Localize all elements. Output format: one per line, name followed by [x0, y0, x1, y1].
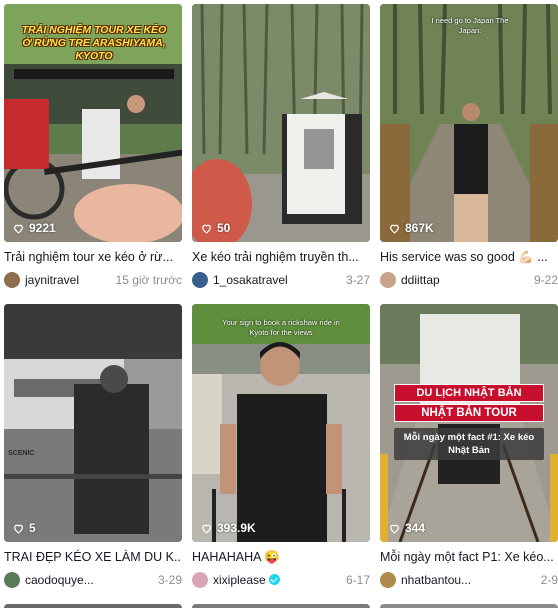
- thumbnail-sign: SCENIC: [8, 450, 35, 457]
- thumbnail-banner: DU LỊCH NHẬT BẢN NHẬT BẢN TOUR Mỗi ngày …: [394, 384, 544, 460]
- view-count-value: 9221: [29, 221, 56, 235]
- video-grid: TRẢI NGHIỆM TOUR XE KÉO Ở RỪNG TRE ARASH…: [4, 4, 558, 604]
- author-name[interactable]: jaynitravel: [25, 273, 110, 287]
- post-date: 3-29: [157, 573, 182, 587]
- video-card[interactable]: I need go to Japan The Japan: 867K His s…: [380, 4, 558, 304]
- video-card[interactable]: 50 Xe kéo trải nghiệm truyền th... 1_osa…: [192, 4, 370, 304]
- verified-badge-icon: [268, 574, 280, 585]
- post-date: 2-9: [540, 573, 558, 587]
- banner-line-3: Mỗi ngày một fact #1: Xe kéo Nhật Bản: [394, 428, 544, 460]
- thumbnail-caption: I need go to Japan The Japan:: [431, 16, 509, 35]
- video-thumbnail-partial: [192, 604, 370, 608]
- video-meta: jaynitravel 15 giờ trước: [4, 271, 182, 289]
- author-name-text: xixiplease: [213, 573, 266, 587]
- video-thumbnail-partial: [380, 604, 558, 608]
- thumbnail-caption: TRẢI NGHIỆM TOUR XE KÉO Ở RỪNG TRE ARASH…: [21, 24, 167, 62]
- video-title[interactable]: Mỗi ngày một fact P1: Xe kéo...: [380, 549, 558, 565]
- view-count: 867K: [388, 221, 434, 235]
- video-title[interactable]: TRAI ĐẸP KÉO XE LÀM DU K...: [4, 549, 182, 565]
- view-count: 9221: [12, 221, 56, 235]
- avatar[interactable]: [4, 572, 20, 588]
- view-count: 344: [388, 521, 425, 535]
- view-count-value: 5: [29, 521, 36, 535]
- heart-outline-icon: [202, 224, 211, 234]
- video-card[interactable]: TRẢI NGHIỆM TOUR XE KÉO Ở RỪNG TRE ARASH…: [4, 4, 182, 304]
- heart-outline-icon: [14, 524, 23, 534]
- video-thumbnail[interactable]: Your sign to book a rickshaw ride in Kyo…: [192, 304, 370, 542]
- video-card[interactable]: DU LỊCH NHẬT BẢN NHẬT BẢN TOUR Mỗi ngày …: [380, 304, 558, 604]
- view-count-value: 393.9K: [217, 521, 256, 535]
- video-thumbnail[interactable]: TRẢI NGHIỆM TOUR XE KÉO Ở RỪNG TRE ARASH…: [4, 4, 182, 242]
- video-meta: 1_osakatravel 3-27: [192, 271, 370, 289]
- view-count: 393.9K: [200, 521, 256, 535]
- post-date: 9-22: [533, 273, 558, 287]
- thumbnail-image: [380, 4, 558, 242]
- view-count-value: 867K: [405, 221, 434, 235]
- video-card[interactable]: SCENIC 5 TRAI ĐẸP KÉO XE LÀM DU K... cao…: [4, 304, 182, 604]
- thumbnail-image: [192, 304, 370, 542]
- avatar[interactable]: [380, 272, 396, 288]
- author-name[interactable]: nhatbantou...: [401, 573, 535, 587]
- view-count: 50: [200, 221, 230, 235]
- video-title[interactable]: Xe kéo trải nghiệm truyền th...: [192, 249, 370, 265]
- video-title[interactable]: His service was so good 💪🏻 ...: [380, 249, 558, 265]
- heart-outline-icon: [390, 524, 399, 534]
- video-meta: xixiplease 6-17: [192, 571, 370, 589]
- video-thumbnail[interactable]: I need go to Japan The Japan: 867K: [380, 4, 558, 242]
- video-meta: ddiittap 9-22: [380, 271, 558, 289]
- video-title[interactable]: HAHAHAHA 😜: [192, 549, 370, 565]
- view-count: 5: [12, 521, 36, 535]
- avatar[interactable]: [192, 572, 208, 588]
- video-thumbnail[interactable]: DU LỊCH NHẬT BẢN NHẬT BẢN TOUR Mỗi ngày …: [380, 304, 558, 542]
- banner-line-1: DU LỊCH NHẬT BẢN: [394, 384, 544, 402]
- video-thumbnail[interactable]: 50: [192, 4, 370, 242]
- heart-outline-icon: [202, 524, 211, 534]
- video-thumbnail[interactable]: SCENIC 5: [4, 304, 182, 542]
- view-count-value: 50: [217, 221, 231, 235]
- video-card[interactable]: Your sign to book a rickshaw ride in Kyo…: [192, 304, 370, 604]
- video-meta: caodoquye... 3-29: [4, 571, 182, 589]
- author-name[interactable]: 1_osakatravel: [213, 273, 340, 287]
- thumbnail-caption: Your sign to book a rickshaw ride in Kyo…: [222, 318, 340, 337]
- author-name[interactable]: ddiittap: [401, 273, 528, 287]
- video-title[interactable]: Trải nghiệm tour xe kéo ở rừ...: [4, 249, 182, 265]
- post-date: 3-27: [345, 273, 370, 287]
- heart-outline-icon: [14, 224, 23, 234]
- video-thumbnail-partial: [4, 604, 182, 608]
- avatar[interactable]: [192, 272, 208, 288]
- author-name[interactable]: xixiplease: [213, 573, 340, 587]
- avatar[interactable]: [380, 572, 396, 588]
- heart-outline-icon: [390, 224, 399, 234]
- author-name[interactable]: caodoquye...: [25, 573, 152, 587]
- thumbnail-image: [192, 4, 370, 242]
- view-count-value: 344: [405, 521, 426, 535]
- banner-line-2: NHẬT BẢN TOUR: [394, 404, 544, 422]
- post-date: 15 giờ trước: [115, 273, 182, 287]
- post-date: 6-17: [345, 573, 370, 587]
- video-meta: nhatbantou... 2-9: [380, 571, 558, 589]
- thumbnail-image: [4, 304, 182, 542]
- avatar[interactable]: [4, 272, 20, 288]
